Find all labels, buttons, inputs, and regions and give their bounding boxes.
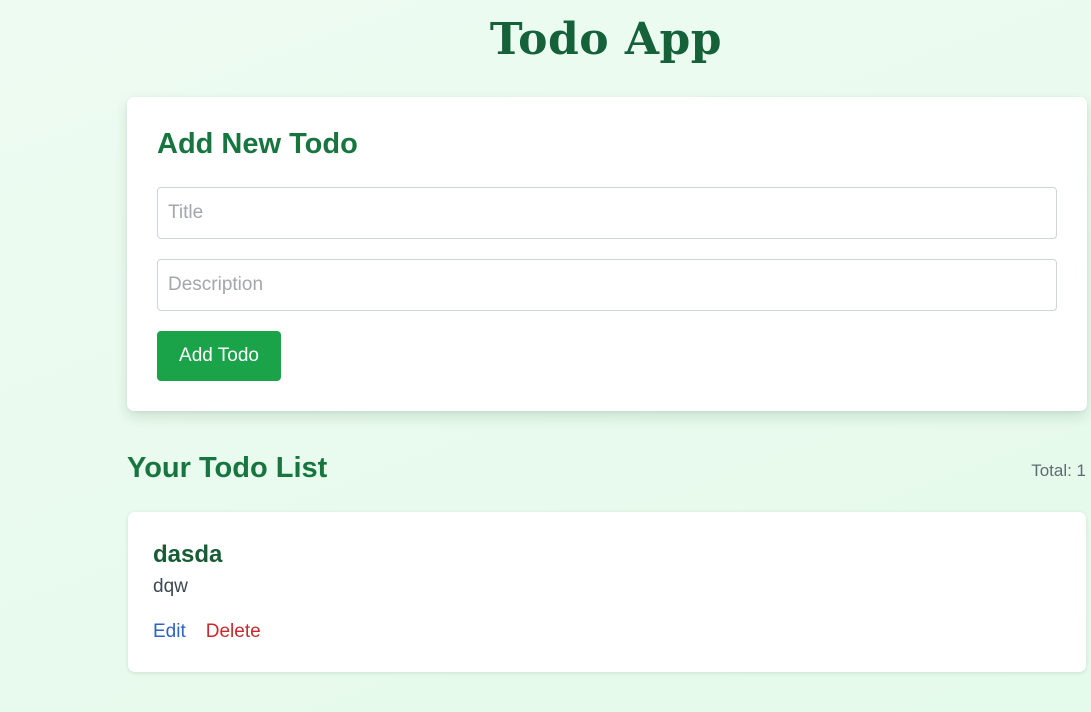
todo-item-title: dasda (153, 541, 223, 568)
add-todo-heading: Add New Todo (157, 128, 358, 160)
title-input[interactable] (157, 187, 1057, 239)
todo-item-description: dqw (153, 576, 188, 597)
edit-todo-link[interactable]: Edit (153, 621, 186, 643)
app-title: Todo App (489, 14, 723, 65)
todo-item-actions: Edit Delete (153, 621, 261, 643)
delete-todo-link[interactable]: Delete (206, 621, 261, 643)
todo-item: dasda dqw Edit Delete (128, 512, 1086, 672)
add-todo-card: Add New Todo Add Todo (127, 97, 1087, 411)
todo-list-heading: Your Todo List (127, 452, 328, 484)
description-input[interactable] (157, 259, 1057, 311)
add-todo-button[interactable]: Add Todo (157, 331, 281, 381)
todo-total-count: Total: 1 (1031, 461, 1086, 480)
